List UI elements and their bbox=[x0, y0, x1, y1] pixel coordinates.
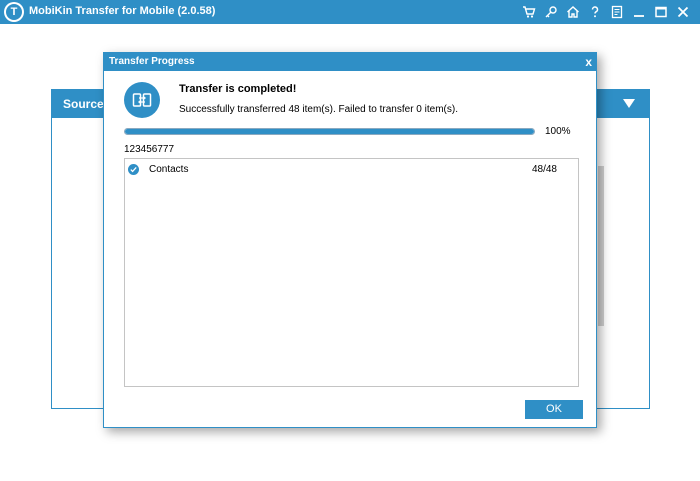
cart-icon[interactable] bbox=[518, 0, 540, 24]
status-heading: Transfer is completed! bbox=[179, 83, 297, 95]
title-bar: T MobiKin Transfer for Mobile (2.0.58) bbox=[0, 0, 700, 24]
transfer-items-list: Contacts 48/48 bbox=[124, 158, 579, 387]
device-name: 123456777 bbox=[124, 144, 175, 155]
dialog-title: Transfer Progress bbox=[109, 56, 195, 67]
key-icon[interactable] bbox=[540, 0, 562, 24]
ok-button[interactable]: OK bbox=[525, 400, 583, 419]
maximize-icon[interactable] bbox=[650, 0, 672, 24]
item-label: Contacts bbox=[149, 164, 189, 175]
app-logo-letter: T bbox=[6, 4, 22, 20]
app-logo-icon: T bbox=[4, 2, 24, 22]
transfer-icon bbox=[124, 82, 160, 118]
check-circle-icon bbox=[128, 164, 139, 175]
minimize-icon[interactable] bbox=[628, 0, 650, 24]
progress-percent: 100% bbox=[545, 126, 571, 137]
dialog-title-bar: Transfer Progress x bbox=[104, 53, 596, 71]
app-title: MobiKin Transfer for Mobile (2.0.58) bbox=[29, 5, 216, 17]
item-count: 48/48 bbox=[531, 164, 557, 175]
status-detail: Successfully transferred 48 item(s). Fai… bbox=[179, 104, 458, 115]
progress-bar-fill bbox=[125, 129, 534, 134]
chevron-down-icon[interactable] bbox=[623, 99, 635, 108]
dialog-close-button[interactable]: x bbox=[585, 54, 592, 70]
transfer-progress-dialog: Transfer Progress x Transfer is complete… bbox=[103, 52, 597, 428]
help-icon[interactable] bbox=[584, 0, 606, 24]
panel-divider bbox=[598, 166, 604, 326]
progress-bar bbox=[124, 128, 535, 135]
feedback-icon[interactable] bbox=[606, 0, 628, 24]
home-icon[interactable] bbox=[562, 0, 584, 24]
close-icon[interactable] bbox=[672, 0, 694, 24]
list-item: Contacts 48/48 bbox=[125, 159, 578, 181]
source-label: Source: bbox=[63, 97, 108, 111]
window-toolbar bbox=[518, 0, 694, 24]
